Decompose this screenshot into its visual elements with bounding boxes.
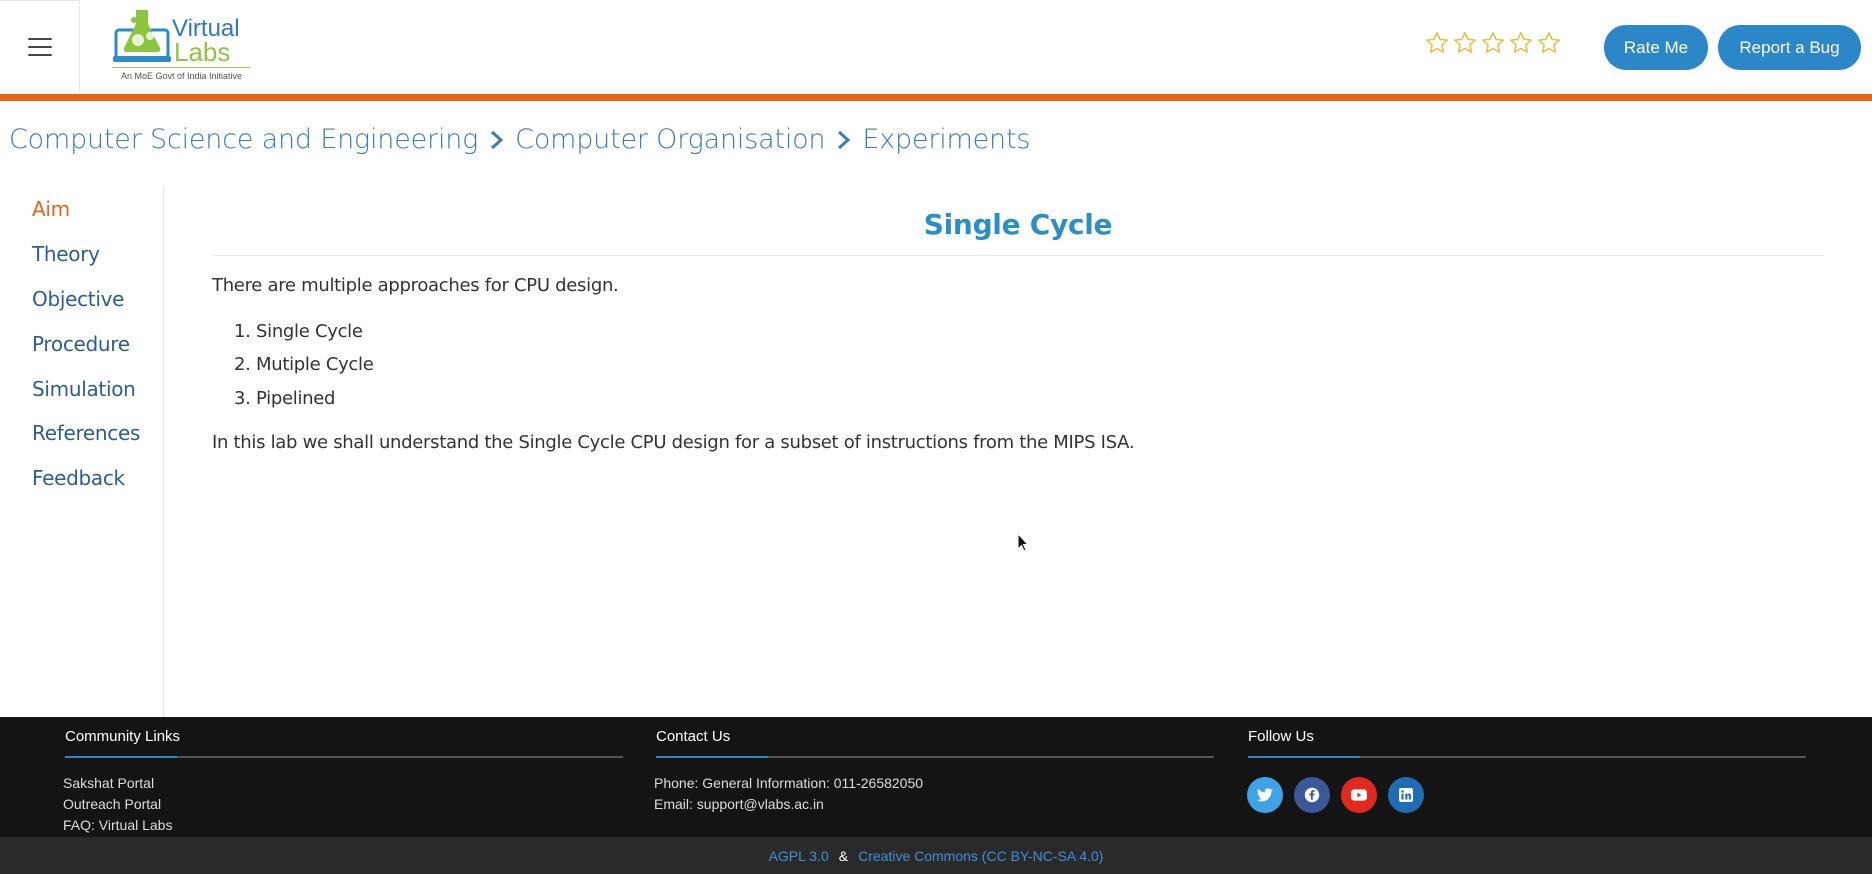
footer-divider [1248, 756, 1806, 758]
faq-link[interactable]: FAQ: Virtual Labs [63, 817, 172, 833]
title-divider [212, 255, 1824, 256]
hamburger-menu-button[interactable] [0, 0, 80, 92]
star-icon[interactable] [1480, 30, 1506, 56]
linkedin-icon[interactable] [1388, 777, 1424, 813]
cc-license-link[interactable]: Creative Commons (CC BY-NC-SA 4.0) [858, 848, 1103, 864]
list-item: 2. Mutiple Cycle [234, 354, 374, 375]
sidebar-item-objective[interactable]: Objective [32, 287, 124, 311]
breadcrumb-item-lab[interactable]: Computer Organisation [515, 124, 825, 155]
rate-me-button[interactable]: Rate Me [1604, 25, 1708, 70]
facebook-icon[interactable] [1294, 777, 1330, 813]
intro-text: There are multiple approaches for CPU de… [212, 275, 619, 296]
star-icon[interactable] [1536, 30, 1562, 56]
page-title: Single Cycle [923, 208, 1113, 241]
rating-stars[interactable] [1424, 30, 1562, 56]
site-footer: Community Links Sakshat Portal Outreach … [0, 717, 1872, 837]
mouse-cursor-icon [1017, 533, 1029, 552]
breadcrumb: Computer Science and Engineering Compute… [9, 124, 1030, 155]
star-icon[interactable] [1452, 30, 1478, 56]
footer-divider [65, 756, 623, 758]
svg-text:Labs: Labs [174, 37, 230, 67]
header-accent-bar [0, 94, 1872, 101]
logo-divider [112, 67, 250, 68]
outreach-portal-link[interactable]: Outreach Portal [63, 796, 161, 812]
breadcrumb-item-department[interactable]: Computer Science and Engineering [9, 124, 478, 155]
sidebar-item-aim[interactable]: Aim [32, 197, 70, 221]
sidebar-nav: Aim Theory Objective Procedure Simulatio… [0, 187, 164, 717]
license-separator: & [838, 847, 849, 864]
list-item: 3. Pipelined [234, 388, 336, 409]
chevron-right-icon [491, 130, 504, 149]
hamburger-icon [27, 37, 52, 56]
star-icon[interactable] [1424, 30, 1450, 56]
sakshat-portal-link[interactable]: Sakshat Portal [63, 775, 154, 791]
sidebar-item-references[interactable]: References [32, 421, 140, 445]
chevron-right-icon [838, 130, 851, 149]
conclusion-text: In this lab we shall understand the Sing… [212, 432, 1135, 453]
logo-tagline: An MoE Govt of India Initiative [121, 71, 243, 81]
contact-email[interactable]: Email: support@vlabs.ac.in [654, 796, 824, 812]
contact-phone: Phone: General Information: 011-26582050 [654, 775, 924, 791]
footer-divider [656, 756, 1214, 758]
report-bug-button[interactable]: Report a Bug [1718, 25, 1861, 70]
sidebar-item-feedback[interactable]: Feedback [32, 466, 125, 490]
sidebar-item-simulation[interactable]: Simulation [32, 377, 136, 401]
footer-heading: Community Links [65, 728, 181, 745]
agpl-license-link[interactable]: AGPL 3.0 [769, 848, 829, 864]
youtube-icon[interactable] [1341, 777, 1377, 813]
list-item: 1. Single Cycle [234, 321, 363, 342]
breadcrumb-item-experiments[interactable]: Experiments [862, 124, 1030, 155]
footer-heading: Follow Us [1248, 728, 1314, 745]
license-bar: AGPL 3.0 & Creative Commons (CC BY-NC-SA… [0, 837, 1872, 874]
star-icon[interactable] [1508, 30, 1534, 56]
footer-heading: Contact Us [656, 728, 731, 745]
site-header: Virtual Labs An MoE Govt of India Initia… [0, 0, 1872, 94]
sidebar-item-theory[interactable]: Theory [32, 242, 100, 266]
sidebar-item-procedure[interactable]: Procedure [32, 332, 130, 356]
twitter-icon[interactable] [1247, 777, 1283, 813]
